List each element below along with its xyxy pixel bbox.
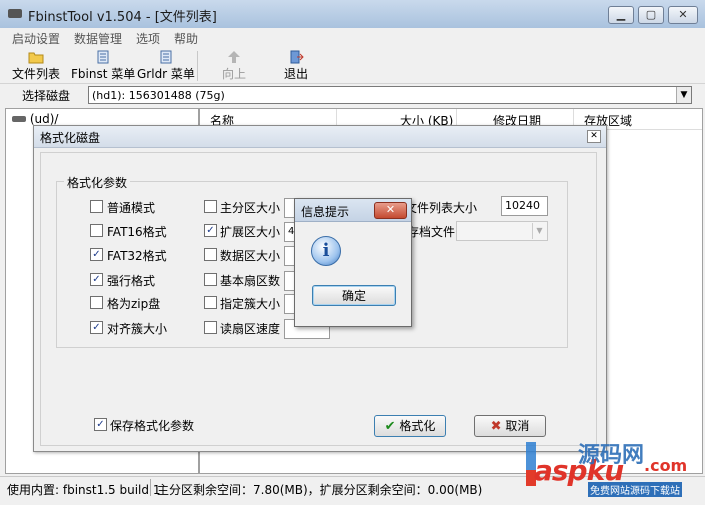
- status-builtin: 使用内置: fbinst1.5 build 1: [7, 483, 161, 497]
- checkbox-normal-mode-label: 普通模式: [107, 201, 156, 215]
- grldr-menu-tool[interactable]: Grldr 菜单: [137, 50, 195, 82]
- checkbox-fat32-label: FAT32格式: [107, 249, 167, 263]
- format-button[interactable]: ✔ 格式化: [374, 415, 446, 437]
- ok-button[interactable]: 确定: [312, 285, 396, 306]
- menu-boot-settings[interactable]: 启动设置: [12, 30, 60, 47]
- checkbox-extended-size-box[interactable]: ✓: [204, 224, 217, 237]
- maximize-button[interactable]: ▢: [638, 6, 664, 24]
- up-label: 向上: [222, 67, 247, 81]
- checkbox-data-size-box[interactable]: [204, 248, 217, 261]
- folder-icon: [28, 52, 44, 64]
- up-arrow-icon: [228, 51, 240, 63]
- tree-root-label: (ud)/: [29, 112, 59, 126]
- disk-selector-row: 选择磁盘 (hd1): 156301488 (75g) ▼: [0, 84, 705, 106]
- close-icon[interactable]: ✕: [374, 202, 407, 219]
- fbinst-menu-label: Fbinst 菜单: [71, 67, 136, 81]
- checkbox-normal-mode-box[interactable]: [90, 200, 103, 213]
- menu-options[interactable]: 选项: [136, 30, 160, 47]
- file-list-tool[interactable]: 文件列表: [12, 50, 60, 82]
- watermark-chinese: 源码网: [578, 443, 645, 468]
- format-params-label: 格式化参数: [64, 174, 131, 191]
- info-icon: i: [311, 236, 341, 266]
- cancel-button[interactable]: ✖ 取消: [474, 415, 546, 437]
- message-title: 信息提示: [301, 205, 350, 219]
- checkbox-data-size-label: 数据区大小: [220, 249, 281, 263]
- checkbox-extended-size-label: 扩展区大小: [220, 225, 281, 239]
- checkbox-cluster-size-box[interactable]: [204, 296, 217, 309]
- disk-label: 选择磁盘: [22, 89, 71, 103]
- exit-label: 退出: [284, 67, 309, 81]
- menu-data-management[interactable]: 数据管理: [74, 30, 122, 47]
- checkbox-fat16-box[interactable]: [90, 224, 103, 237]
- drive-icon: [12, 116, 26, 122]
- checkbox-force-format-label: 强行格式: [107, 274, 156, 288]
- checkbox-save-params-box[interactable]: ✓: [94, 418, 107, 431]
- exit-door-icon: [290, 50, 304, 64]
- file-list-size-input[interactable]: 10240: [501, 196, 548, 216]
- close-icon[interactable]: ✕: [587, 130, 601, 143]
- archive-file-label: 存档文件: [411, 225, 455, 239]
- watermark-tagline: 免费网站源码下载站: [588, 482, 682, 497]
- title-bar: FbinstTool v1.504 - [文件列表] ▁ ▢ ✕: [0, 0, 705, 29]
- file-list-size-label: 文件列表大小: [405, 201, 477, 215]
- checkbox-fat16-label: FAT16格式: [107, 225, 167, 239]
- x-mark-icon: ✖: [490, 419, 502, 434]
- up-tool[interactable]: 向上: [222, 50, 246, 82]
- checkbox-base-sectors-label: 基本扇区数: [220, 274, 281, 288]
- file-list-label: 文件列表: [12, 67, 61, 81]
- menu-bar: 启动设置 数据管理 选项 帮助: [0, 28, 705, 47]
- disk-select[interactable]: (hd1): 156301488 (75g) ▼: [88, 86, 692, 104]
- checkbox-zip-disk-label: 格为zip盘: [107, 297, 161, 311]
- minimize-button[interactable]: ▁: [608, 6, 634, 24]
- checkbox-align-cluster-box[interactable]: ✓: [90, 321, 103, 334]
- chevron-down-icon[interactable]: ▼: [676, 87, 691, 103]
- cancel-button-label: 取消: [505, 419, 530, 433]
- checkbox-read-speed-label: 读扇区速度: [220, 322, 281, 336]
- checkbox-primary-size-label: 主分区大小: [220, 201, 281, 215]
- disk-select-value: (hd1): 156301488 (75g): [92, 89, 225, 102]
- fbinst-menu-tool[interactable]: Fbinst 菜单: [71, 50, 135, 82]
- grldr-menu-label: Grldr 菜单: [137, 67, 195, 81]
- toolbar: 文件列表 Fbinst 菜单 Grldr 菜单 向上 退出: [0, 47, 705, 84]
- format-dialog-title: 格式化磁盘: [40, 131, 101, 145]
- format-button-label: 格式化: [399, 419, 436, 433]
- message-title-bar: 信息提示 ✕: [295, 199, 411, 222]
- app-icon: [8, 9, 22, 18]
- close-button[interactable]: ✕: [668, 6, 698, 24]
- checkbox-zip-disk-box[interactable]: [90, 296, 103, 309]
- exit-tool[interactable]: 退出: [284, 50, 308, 82]
- menu-help[interactable]: 帮助: [174, 30, 198, 47]
- watermark: aspku .com 源码网 免费网站源码下载站: [522, 440, 702, 500]
- checkbox-save-params-label: 保存格式化参数: [110, 419, 195, 433]
- checkbox-fat32-box[interactable]: ✓: [90, 248, 103, 261]
- checkmark-icon: ✔: [384, 419, 396, 434]
- checkbox-align-cluster-label: 对齐簇大小: [107, 322, 168, 336]
- status-free-space: 主分区剩余空间：7.80(MB)，扩展分区剩余空间：0.00(MB): [157, 483, 483, 497]
- checkbox-base-sectors-box[interactable]: [204, 273, 217, 286]
- info-message-box: 信息提示 ✕ i 确定: [294, 198, 412, 327]
- chevron-down-icon[interactable]: ▼: [532, 223, 546, 239]
- format-dialog-title-bar: 格式化磁盘 ✕: [34, 126, 606, 148]
- toolbar-separator: [197, 51, 198, 81]
- checkbox-cluster-size-label: 指定簇大小: [220, 297, 281, 311]
- window-title: FbinstTool v1.504 - [文件列表]: [28, 10, 217, 25]
- menu-document-icon: [160, 50, 172, 64]
- checkbox-force-format-box[interactable]: ✓: [90, 273, 103, 286]
- status-separator: [150, 479, 151, 496]
- checkbox-primary-size-box[interactable]: [204, 200, 217, 213]
- archive-file-select[interactable]: ▼: [456, 221, 548, 241]
- menu-document-icon: [97, 50, 109, 64]
- checkbox-read-speed-box[interactable]: [204, 321, 217, 334]
- tree-root-item[interactable]: (ud)/: [12, 112, 58, 126]
- watermark-domain: .com: [644, 456, 688, 475]
